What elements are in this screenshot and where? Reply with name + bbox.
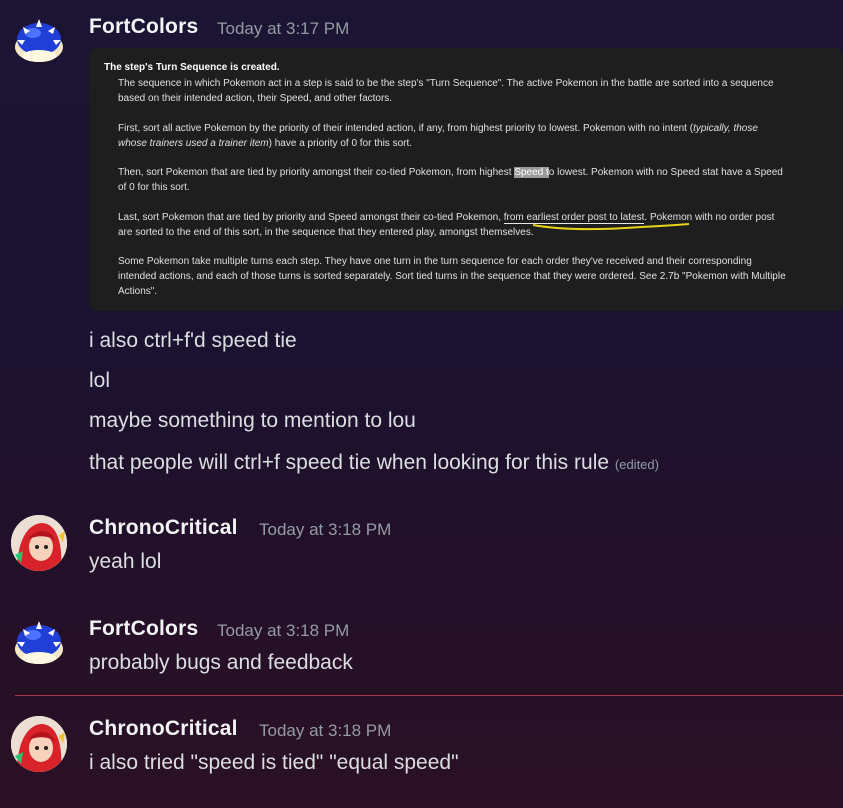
username[interactable]: ChronoCritical bbox=[89, 516, 238, 540]
new-messages-divider bbox=[15, 695, 843, 696]
avatar[interactable] bbox=[11, 13, 67, 69]
message-text: maybe something to mention to lou bbox=[89, 409, 416, 432]
message-text: probably bugs and feedback bbox=[89, 651, 353, 674]
avatar[interactable] bbox=[11, 716, 67, 772]
screenshot-heading: The step's Turn Sequence is created. bbox=[104, 62, 280, 73]
message-text: yeah lol bbox=[89, 550, 162, 573]
screenshot-paragraph: The sequence in which Pokemon act in a s… bbox=[118, 78, 774, 104]
screenshot-paragraph: First, sort all active Pokemon by the pr… bbox=[118, 123, 758, 149]
message-text: lol bbox=[89, 369, 111, 392]
message-text: i also tried "speed is tied" "equal spee… bbox=[89, 751, 459, 774]
screenshot-paragraph: Then, sort Pokemon that are tied by prio… bbox=[118, 167, 783, 193]
timestamp: Today at 3:18 PM bbox=[259, 520, 392, 539]
blue-shell-icon bbox=[15, 621, 63, 664]
timestamp: Today at 3:17 PM bbox=[217, 19, 350, 38]
message-text: i also ctrl+f'd speed tie bbox=[89, 329, 297, 352]
blue-shell-icon bbox=[15, 19, 63, 62]
timestamp: Today at 3:18 PM bbox=[217, 621, 350, 640]
attached-screenshot[interactable]: The step's Turn Sequence is created. The… bbox=[89, 48, 843, 311]
edited-label: (edited) bbox=[614, 457, 659, 472]
red-haired-character-avatar bbox=[11, 716, 67, 772]
username[interactable]: ChronoCritical bbox=[89, 717, 238, 741]
username[interactable]: FortColors bbox=[89, 617, 198, 641]
username[interactable]: FortColors bbox=[89, 15, 198, 39]
screenshot-paragraph: Last, sort Pokemon that are tied by prio… bbox=[118, 212, 775, 238]
avatar[interactable] bbox=[11, 615, 67, 671]
yellow-annotation-underline bbox=[532, 223, 690, 231]
search-highlight: Speed t bbox=[514, 167, 549, 178]
timestamp: Today at 3:18 PM bbox=[259, 721, 392, 740]
avatar[interactable] bbox=[11, 515, 67, 571]
message-text: that people will ctrl+f speed tie when l… bbox=[89, 451, 659, 474]
screenshot-paragraph: Some Pokemon take multiple turns each st… bbox=[118, 256, 786, 297]
red-haired-character-avatar bbox=[11, 515, 67, 571]
